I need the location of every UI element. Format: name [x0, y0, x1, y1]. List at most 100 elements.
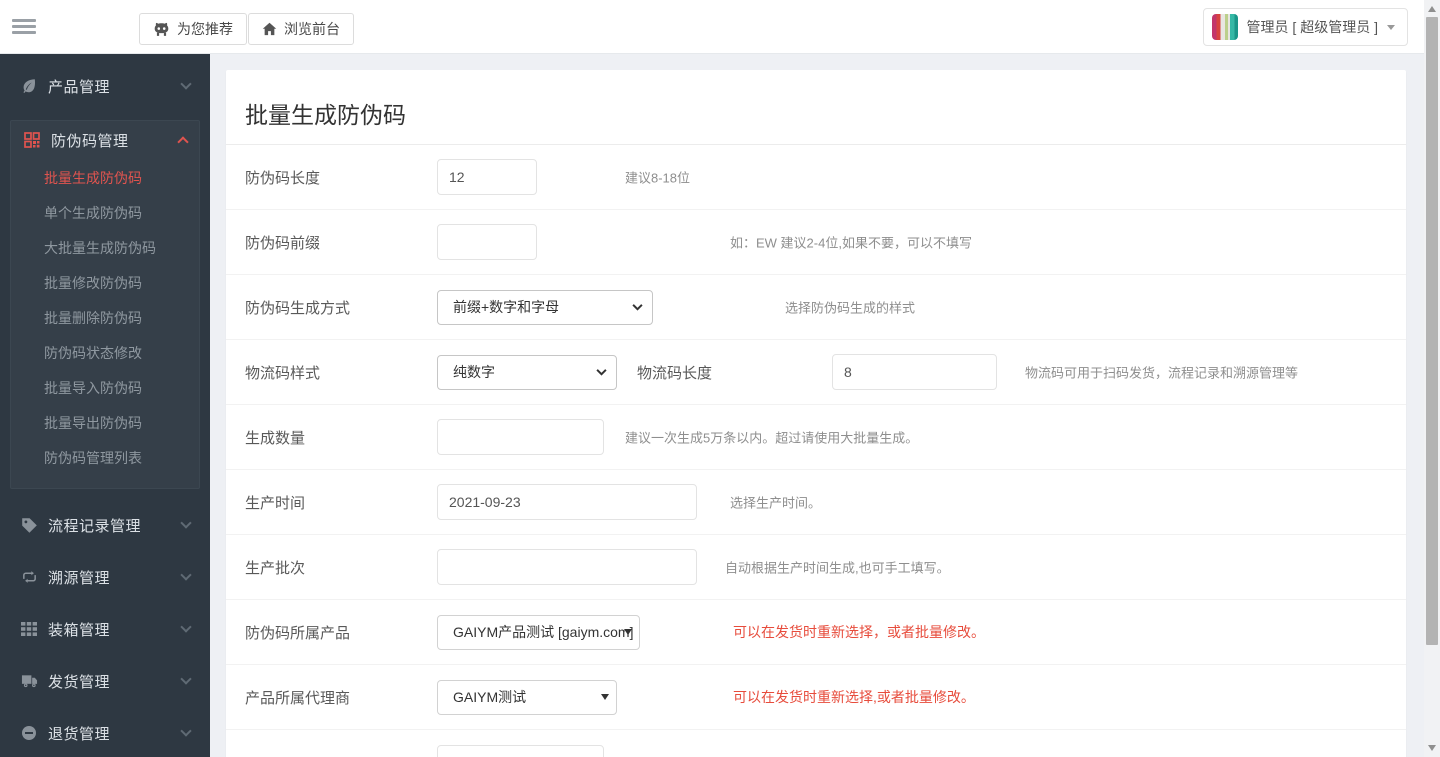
field-hint: 建议8-18位: [625, 170, 691, 186]
sidebar-item-label: 流程记录管理: [48, 517, 142, 535]
dropdown-caret-icon: [624, 629, 632, 635]
product-select[interactable]: GAIYM产品测试 [gaiym.com]: [437, 614, 640, 650]
field-label: 防伪码所属产品: [245, 624, 351, 642]
submenu-item-batch-generate[interactable]: 批量生成防伪码: [11, 161, 199, 196]
submenu-item-single-generate[interactable]: 单个生成防伪码: [11, 196, 199, 231]
field-hint: 可以在发货时重新选择，或者批量修改。: [733, 624, 985, 640]
field-label: 物流码长度: [637, 364, 713, 382]
code-prefix-input[interactable]: [437, 224, 537, 260]
field-hint: 自动根据生产时间生成,也可手工填写。: [725, 560, 950, 576]
scroll-down-arrow-icon[interactable]: [1428, 745, 1436, 751]
field-hint: 可以在发货时重新选择,或者批量修改。: [733, 689, 975, 705]
chevron-down-icon: [596, 369, 607, 376]
code-length-input[interactable]: [437, 159, 537, 195]
form-row-code-prefix: 防伪码前缀 如：EW 建议2-4位,如果不要，可以不填写: [226, 210, 1406, 275]
card-header: 批量生成防伪码: [226, 70, 1406, 145]
submenu-item-batch-import[interactable]: 批量导入防伪码: [11, 371, 199, 406]
chevron-down-icon: [180, 517, 192, 529]
form-row-production-batch: 生产批次 自动根据生产时间生成,也可手工填写。: [226, 535, 1406, 600]
sidebar-item-products[interactable]: 产品管理: [0, 60, 210, 112]
sidebar-item-label: 溯源管理: [48, 569, 111, 587]
vertical-scrollbar[interactable]: [1424, 0, 1440, 757]
field-hint: 选择生产时间。: [730, 495, 822, 511]
chevron-down-icon: [180, 725, 192, 737]
menu-toggle-icon[interactable]: [12, 19, 36, 35]
top-header: 为您推荐 浏览前台 管理员 [ 超级管理员 ]: [0, 0, 1440, 54]
field-label: 物流码样式: [245, 364, 321, 382]
sidebar-item-process-records[interactable]: 流程记录管理: [0, 499, 210, 551]
sidebar-item-label: 发货管理: [48, 673, 111, 691]
selected-option: 纯数字: [453, 364, 495, 380]
chevron-down-icon: [632, 304, 643, 311]
admin-user-menu[interactable]: 管理员 [ 超级管理员 ]: [1202, 8, 1408, 46]
field-label: 产品所属代理商: [245, 689, 351, 707]
submenu-item-batch-export[interactable]: 批量导出防伪码: [11, 406, 199, 441]
field-label: 生产批次: [245, 559, 306, 577]
minus-circle-icon: [20, 725, 38, 741]
partial-input[interactable]: [437, 744, 604, 757]
chevron-down-icon: [180, 569, 192, 581]
sidebar-group-anticounterfeit: 防伪码管理 批量生成防伪码 单个生成防伪码 大批量生成防伪码 批量修改防伪码 批…: [10, 120, 200, 489]
tag-icon: [20, 517, 38, 533]
page-title: 批量生成防伪码: [245, 102, 406, 128]
form-card: 批量生成防伪码 防伪码长度 建议8-18位 防伪码前缀 如：EW 建议2-4位,…: [226, 70, 1406, 757]
recommend-label: 为您推荐: [177, 21, 233, 37]
submenu-item-batch-modify[interactable]: 批量修改防伪码: [11, 266, 199, 301]
form-row-generation-style: 防伪码生成方式 前缀+数字和字母 选择防伪码生成的样式: [226, 275, 1406, 340]
submenu-item-status-modify[interactable]: 防伪码状态修改: [11, 336, 199, 371]
quantity-input[interactable]: [437, 419, 604, 455]
recommend-button[interactable]: 为您推荐: [139, 13, 247, 45]
qrcode-icon: [23, 132, 41, 148]
agent-select[interactable]: GAIYM测试: [437, 679, 617, 715]
sidebar-item-anticounterfeit[interactable]: 防伪码管理: [11, 121, 199, 159]
field-label: 防伪码前缀: [245, 234, 321, 252]
submenu-item-batch-delete[interactable]: 批量删除防伪码: [11, 301, 199, 336]
form-row-agent: 产品所属代理商 GAIYM测试 可以在发货时重新选择,或者批量修改。: [226, 665, 1406, 730]
generation-style-select[interactable]: 前缀+数字和字母: [437, 289, 653, 325]
truck-icon: [20, 674, 38, 688]
form-row-production-date: 生产时间 选择生产时间。: [226, 470, 1406, 535]
form-row-partial: [226, 730, 1406, 757]
production-batch-input[interactable]: [437, 549, 697, 585]
field-hint: 建议一次生成5万条以内。超过请使用大批量生成。: [625, 430, 919, 446]
sidebar-item-label: 产品管理: [48, 78, 111, 96]
logistics-style-select[interactable]: 纯数字: [437, 354, 617, 390]
sidebar-item-packing[interactable]: 装箱管理: [0, 603, 210, 655]
selected-option: 前缀+数字和字母: [453, 299, 560, 315]
field-hint: 如：EW 建议2-4位,如果不要，可以不填写: [730, 235, 972, 251]
admin-label: 管理员 [ 超级管理员 ]: [1246, 19, 1378, 35]
chevron-down-icon: [180, 621, 192, 633]
sidebar-item-returns[interactable]: 退货管理: [0, 707, 210, 757]
field-hint: 物流码可用于扫码发货，流程记录和溯源管理等: [1025, 365, 1299, 381]
field-label: 生产时间: [245, 494, 306, 512]
retweet-icon: [20, 570, 38, 584]
sidebar-item-label: 退货管理: [48, 725, 111, 743]
main-content: 批量生成防伪码 防伪码长度 建议8-18位 防伪码前缀 如：EW 建议2-4位,…: [210, 54, 1424, 757]
field-label: 防伪码长度: [245, 169, 321, 187]
submenu-item-large-batch-generate[interactable]: 大批量生成防伪码: [11, 231, 199, 266]
sidebar-item-traceability[interactable]: 溯源管理: [0, 551, 210, 603]
sidebar-item-label: 防伪码管理: [51, 132, 129, 150]
logistics-length-input[interactable]: [832, 354, 997, 390]
dropdown-caret-icon: [601, 694, 609, 700]
form-row-code-length: 防伪码长度 建议8-18位: [226, 145, 1406, 210]
chevron-up-icon: [177, 136, 189, 148]
field-label: 防伪码生成方式: [245, 299, 351, 317]
scrollbar-thumb[interactable]: [1426, 17, 1438, 645]
field-label: 生成数量: [245, 429, 306, 447]
form-row-quantity: 生成数量 建议一次生成5万条以内。超过请使用大批量生成。: [226, 405, 1406, 470]
frontend-label: 浏览前台: [284, 21, 340, 37]
sidebar: 产品管理 防伪码管理 批量生成防伪码 单个生成防伪码 大批量生成防伪码 批量修改…: [0, 54, 210, 757]
selected-option: GAIYM产品测试 [gaiym.com]: [453, 624, 634, 640]
field-hint: 选择防伪码生成的样式: [785, 300, 916, 316]
octocat-icon: [154, 22, 169, 36]
browse-frontend-button[interactable]: 浏览前台: [248, 13, 354, 45]
submenu-item-manage-list[interactable]: 防伪码管理列表: [11, 441, 199, 476]
grid-icon: [20, 622, 38, 636]
scroll-up-arrow-icon[interactable]: [1428, 6, 1436, 12]
sidebar-item-label: 装箱管理: [48, 621, 111, 639]
anticounterfeit-submenu: 批量生成防伪码 单个生成防伪码 大批量生成防伪码 批量修改防伪码 批量删除防伪码…: [11, 159, 199, 488]
sidebar-item-shipping[interactable]: 发货管理: [0, 655, 210, 707]
production-date-input[interactable]: [437, 484, 697, 520]
chevron-down-icon: [1387, 24, 1395, 30]
